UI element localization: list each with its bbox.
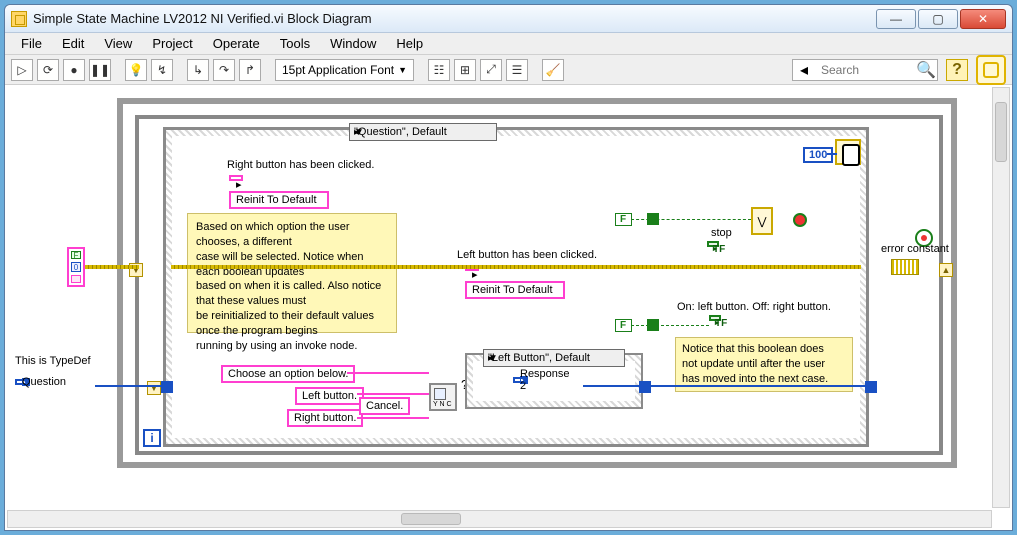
inner-ring-constant[interactable]: Response 2 ▼ xyxy=(513,377,527,383)
menu-view[interactable]: View xyxy=(94,34,142,53)
distribute-button[interactable]: ⊞ xyxy=(454,59,476,81)
error-constant-label: error constant xyxy=(881,243,949,255)
search-box[interactable]: ◂ 🔍 xyxy=(792,59,938,81)
window-title: Simple State Machine LV2012 NI Verified.… xyxy=(33,11,876,26)
invoke-left-label: Left button has been clicked. xyxy=(457,249,597,261)
select-node[interactable]: ⋁ xyxy=(751,207,773,235)
wire-state-in xyxy=(95,385,163,387)
invoke-node-right[interactable]: ▸ xyxy=(229,175,243,181)
search-input[interactable] xyxy=(815,63,915,77)
typedef-ring-constant[interactable]: Question ▼ xyxy=(15,379,29,385)
false-constant-upper[interactable]: F xyxy=(615,213,632,226)
highlight-exec-button[interactable]: 💡 xyxy=(125,59,147,81)
iteration-terminal: i xyxy=(143,429,161,447)
search-prev-icon[interactable]: ◂ xyxy=(793,60,815,80)
wait-ms-node[interactable] xyxy=(835,139,861,165)
case-inner-label: "Left Button", Default xyxy=(488,352,590,364)
title-bar: Simple State Machine LV2012 NI Verified.… xyxy=(5,5,1012,33)
step-out-button[interactable]: ↱ xyxy=(239,59,261,81)
resize-button[interactable]: ⤢ xyxy=(480,59,502,81)
typedef-label: This is TypeDef xyxy=(15,355,91,367)
dialog-right-constant[interactable]: Right button. xyxy=(287,409,363,427)
reorder-button[interactable]: ☰ xyxy=(506,59,528,81)
menu-file[interactable]: File xyxy=(11,34,52,53)
align-button[interactable]: ☷ xyxy=(428,59,450,81)
tunnel-state-in xyxy=(161,381,173,393)
stop-terminal-indicator[interactable]: ▸TF xyxy=(707,241,719,247)
case-next-icon[interactable]: ▸ xyxy=(354,127,359,138)
toolbar: ▷ ⟳ ● ❚❚ 💡 ↯ ↳ ↷ ↱ 15pt Application Font… xyxy=(5,55,1012,85)
menu-window[interactable]: Window xyxy=(320,34,386,53)
context-help-button[interactable] xyxy=(976,55,1006,85)
false-constant-lower[interactable]: F xyxy=(615,319,632,332)
case-selector-inner[interactable]: ◂ "Left Button", Default ▼ ▸ xyxy=(483,349,625,367)
chevron-down-icon: ▼ xyxy=(398,65,407,75)
font-selector[interactable]: 15pt Application Font ▼ xyxy=(275,59,414,81)
invoke-right-label: Right button has been clicked. xyxy=(227,159,374,171)
search-icon[interactable]: 🔍 xyxy=(915,60,937,80)
cleanup-button[interactable]: 🧹 xyxy=(542,59,564,81)
app-icon xyxy=(11,11,27,27)
menu-operate[interactable]: Operate xyxy=(203,34,270,53)
shift-register-right-error xyxy=(939,263,953,277)
wire-wait xyxy=(827,153,837,155)
retain-wires-button[interactable]: ↯ xyxy=(151,59,173,81)
wire-bool-upper xyxy=(631,219,751,220)
menu-tools[interactable]: Tools xyxy=(270,34,320,53)
case-next-icon[interactable]: ▸ xyxy=(488,353,493,364)
comment-right: Notice that this boolean does not update… xyxy=(675,337,853,392)
wire-bool-lower xyxy=(631,325,709,326)
run-continuous-button[interactable]: ⟳ xyxy=(37,59,59,81)
invoke-method-right[interactable]: Reinit To Default xyxy=(229,191,329,209)
wait-ms-constant[interactable]: 100 xyxy=(803,147,833,163)
close-button[interactable]: ✕ xyxy=(960,9,1006,29)
wire-dialog-right xyxy=(357,417,429,419)
horizontal-scrollbar[interactable] xyxy=(7,510,992,528)
boolean-indicator[interactable]: ▸TF xyxy=(709,315,721,321)
comment-main: Based on which option the user chooses, … xyxy=(187,213,397,333)
minimize-button[interactable]: — xyxy=(876,9,916,29)
error-cluster-constant[interactable]: F0 xyxy=(67,247,85,287)
step-over-button[interactable]: ↷ xyxy=(213,59,235,81)
abort-button[interactable]: ● xyxy=(63,59,85,81)
wire-dialog-left xyxy=(357,393,429,395)
dialog-cancel-constant[interactable]: Cancel. xyxy=(359,397,410,415)
stop-label: stop xyxy=(711,227,732,239)
dialog-message-constant[interactable]: Choose an option below. xyxy=(221,365,355,383)
case-selector-outer[interactable]: ◂ "Question", Default ▼ ▸ xyxy=(349,123,497,141)
case-outer-label: "Question", Default xyxy=(354,126,447,138)
wire-dialog-msg xyxy=(347,372,429,374)
menu-edit[interactable]: Edit xyxy=(52,34,94,53)
run-button[interactable]: ▷ xyxy=(11,59,33,81)
block-diagram[interactable]: This is TypeDef Question ▼ F0 i xyxy=(7,87,1010,508)
tunnel-inner-out xyxy=(639,381,651,393)
indicator-label: On: left button. Off: right button. xyxy=(677,301,831,313)
menu-project[interactable]: Project xyxy=(142,34,202,53)
wire-error-through xyxy=(171,265,861,269)
wire-error-in xyxy=(85,265,139,269)
shift-register-left-state xyxy=(147,381,161,395)
invoke-method-left[interactable]: Reinit To Default xyxy=(465,281,565,299)
pause-button[interactable]: ❚❚ xyxy=(89,59,111,81)
loop-stop-icon xyxy=(793,213,807,227)
menu-bar: File Edit View Project Operate Tools Win… xyxy=(5,33,1012,55)
error-out-terminal[interactable] xyxy=(891,259,919,275)
menu-help[interactable]: Help xyxy=(386,34,433,53)
tunnel-outer-out xyxy=(865,381,877,393)
chevron-down-icon: ▼ xyxy=(22,377,31,387)
chevron-down-icon: ▼ xyxy=(520,375,529,385)
wire-state-out xyxy=(583,385,867,387)
three-button-dialog-node[interactable] xyxy=(429,383,457,411)
maximize-button[interactable]: ▢ xyxy=(918,9,958,29)
step-into-button[interactable]: ↳ xyxy=(187,59,209,81)
help-button[interactable]: ? xyxy=(946,59,968,81)
vertical-scrollbar[interactable] xyxy=(992,87,1010,508)
dialog-left-constant[interactable]: Left button. xyxy=(295,387,364,405)
font-label: 15pt Application Font xyxy=(282,63,394,77)
